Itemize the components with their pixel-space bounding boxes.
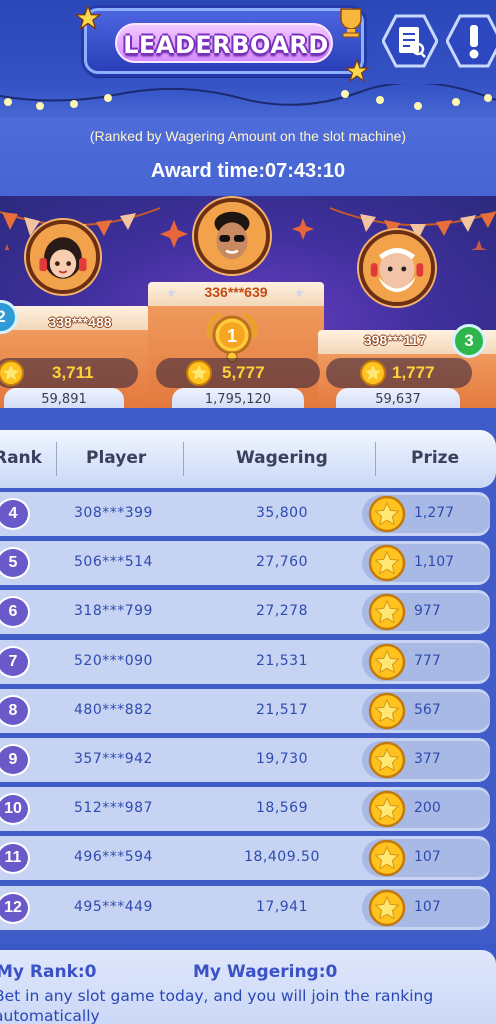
rank-badge-third: 3 bbox=[452, 324, 486, 358]
my-rank-panel: My Rank:0 My Wagering:0 Bet in any slot … bbox=[0, 950, 496, 1024]
star-icon bbox=[345, 59, 369, 83]
rules-button[interactable] bbox=[381, 14, 439, 68]
player-id: 357***942 bbox=[74, 751, 153, 767]
info-button[interactable] bbox=[445, 14, 496, 68]
table-row: 11 496***594 18,409.50 107 bbox=[0, 836, 490, 881]
rank-badge: 6 bbox=[0, 596, 30, 629]
player-id: 512***987 bbox=[74, 800, 153, 817]
gold-coin-icon bbox=[368, 741, 406, 779]
prize-amount: 200 bbox=[414, 800, 441, 817]
gold-coin-icon bbox=[186, 360, 212, 386]
gold-coin-icon bbox=[368, 593, 406, 631]
man-sunglasses-avatar-icon bbox=[198, 202, 266, 270]
table-row: 7 520***090 21,531 777 bbox=[0, 639, 490, 684]
column-rank: Rank bbox=[0, 448, 42, 468]
gold-coin-icon bbox=[368, 544, 406, 582]
wagering-amount: 18,409.50 bbox=[244, 849, 320, 866]
rank-badge: 8 bbox=[0, 694, 30, 727]
string-lights-decoration bbox=[0, 84, 496, 110]
my-wagering: My Wagering:0 bbox=[193, 962, 338, 982]
prize-amount: 1,277 bbox=[414, 505, 455, 521]
prize-amount: 567 bbox=[414, 701, 441, 718]
leaderboard-table: Rank Player Wagering Prize 4 308***399 35,… bbox=[0, 408, 496, 944]
player-id: 480***882 bbox=[74, 701, 153, 718]
prize-amount: 777 bbox=[414, 652, 441, 669]
player-id: 496***594 bbox=[74, 849, 153, 866]
prize-amount: 107 bbox=[414, 849, 441, 866]
ranking-rule-subtitle: (Ranked by Wagering Amount on the slot m… bbox=[89, 128, 407, 144]
table-row: 4 308***399 35,800 1,277 bbox=[0, 492, 490, 536]
player-id: 506***514 bbox=[74, 554, 153, 571]
prize-amount: 377 bbox=[414, 751, 441, 767]
old-man-avatar-icon bbox=[363, 234, 431, 302]
ranking-hint: Bet in any slot game today, and you will… bbox=[0, 987, 434, 1024]
gold-coin-icon bbox=[368, 790, 406, 828]
wagering-amount: 21,531 bbox=[256, 652, 308, 669]
wagering-amount: 21,517 bbox=[256, 701, 308, 718]
avatar-second-place bbox=[26, 220, 100, 294]
header-bar: LEADERBOARD bbox=[0, 0, 496, 120]
column-player: Player bbox=[86, 448, 147, 468]
avatar-third-place bbox=[359, 230, 435, 306]
wagering-amount: 27,278 bbox=[256, 603, 308, 620]
second-place-prize: 3,711 bbox=[0, 358, 138, 388]
third-place-player: 398***117 bbox=[363, 332, 427, 348]
first-place-prize: 5,777 bbox=[156, 358, 320, 388]
wagering-amount: 35,800 bbox=[256, 505, 308, 521]
rank-badge: 4 bbox=[0, 498, 30, 530]
gold-coin-icon bbox=[368, 495, 406, 533]
table-row: 9 357***942 19,730 377 bbox=[0, 738, 490, 782]
table-row: 8 480***882 21,517 567 bbox=[0, 688, 490, 733]
gold-coin-icon bbox=[0, 360, 24, 386]
wagering-amount: 18,569 bbox=[256, 800, 308, 817]
rank-badge: 9 bbox=[0, 744, 30, 776]
table-header: Rank Player Wagering Prize bbox=[0, 430, 496, 488]
gold-coin-icon bbox=[360, 360, 386, 386]
avatar-first-place bbox=[194, 198, 270, 274]
prize-amount: 977 bbox=[414, 603, 441, 620]
leaderboard-title-sign: LEADERBOARD bbox=[75, 5, 369, 83]
my-rank: My Rank:0 bbox=[0, 962, 97, 982]
svg-text:1: 1 bbox=[227, 326, 237, 346]
prize-amount: 107 bbox=[414, 898, 441, 915]
gold-coin-icon bbox=[368, 889, 406, 927]
wagering-amount: 27,760 bbox=[256, 554, 308, 571]
player-id: 495***449 bbox=[74, 898, 153, 915]
star-icon: ★ bbox=[166, 286, 177, 300]
table-row: 5 506***514 27,760 1,107 bbox=[0, 541, 490, 586]
page-title: LEADERBOARD bbox=[123, 31, 329, 59]
player-id: 318***799 bbox=[74, 603, 153, 620]
gold-coin-icon bbox=[368, 692, 406, 730]
column-wagering: Wagering bbox=[236, 448, 328, 468]
rules-document-icon bbox=[381, 14, 439, 68]
third-place-prize: 1,777 bbox=[326, 358, 472, 388]
podium-area: 338***488 2 336***639 ★ ★ 1 398***117 3 … bbox=[0, 196, 496, 412]
table-row: 12 495***449 17,941 107 bbox=[0, 885, 490, 930]
star-icon: ★ bbox=[294, 286, 305, 300]
gold-coin-icon bbox=[368, 839, 406, 877]
table-row: 6 318***799 27,278 977 bbox=[0, 590, 490, 635]
gold-coin-icon bbox=[368, 643, 406, 681]
award-time: Award time:07:43:10 bbox=[150, 160, 346, 182]
info-alert-icon bbox=[445, 14, 496, 68]
player-id: 308***399 bbox=[74, 505, 153, 521]
second-place-player: 338***488 bbox=[48, 314, 112, 330]
player-id: 520***090 bbox=[74, 652, 153, 669]
prize-amount: 1,107 bbox=[414, 554, 455, 571]
first-place-player: 336***639 bbox=[204, 284, 268, 300]
table-row: 10 512***987 18,569 200 bbox=[0, 787, 490, 832]
wagering-amount: 17,941 bbox=[256, 898, 308, 915]
rank-badge: 10 bbox=[0, 793, 30, 826]
star-icon bbox=[75, 5, 101, 31]
wagering-amount: 19,730 bbox=[256, 751, 308, 767]
trophy-cup-icon bbox=[340, 8, 362, 38]
rank-badge: 11 bbox=[0, 842, 30, 875]
rank-badge: 12 bbox=[0, 891, 30, 924]
rank-badge: 5 bbox=[0, 547, 30, 580]
column-prize: Prize bbox=[411, 448, 460, 468]
girl-avatar-icon bbox=[30, 224, 96, 290]
gold-medal-icon: 1 bbox=[206, 311, 258, 363]
rank-badge: 7 bbox=[0, 645, 30, 678]
